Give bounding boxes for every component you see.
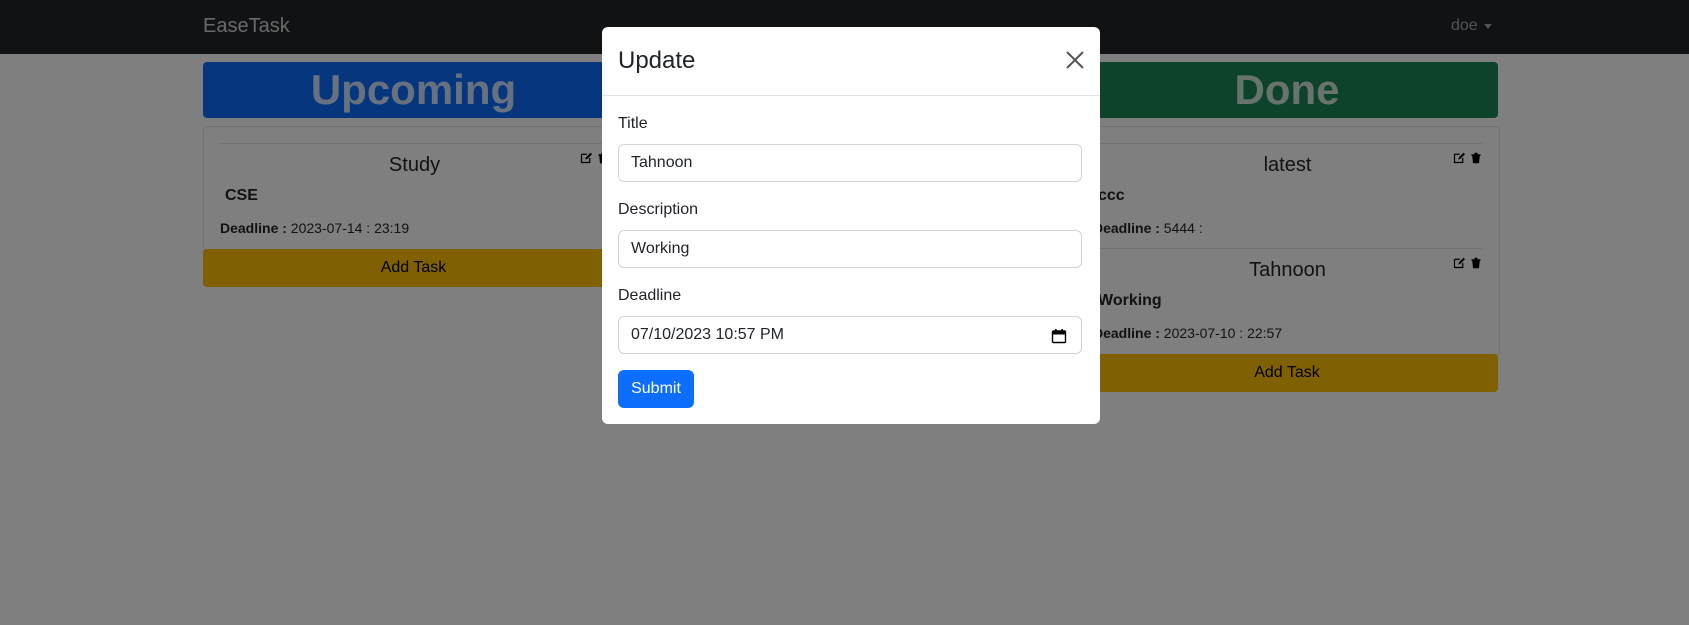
title-value: Tahnoon [631, 154, 693, 171]
modal-header: Update [602, 27, 1100, 96]
description-value: Working [631, 240, 690, 257]
modal-title: Update [618, 47, 696, 74]
title-label: Title [618, 115, 648, 132]
close-icon[interactable] [1064, 49, 1086, 71]
title-field[interactable]: Tahnoon [618, 144, 1082, 182]
calendar-icon[interactable] [1051, 328, 1067, 344]
description-field[interactable]: Working [618, 230, 1082, 268]
submit-button[interactable]: Submit [618, 370, 694, 408]
description-label: Description [618, 201, 699, 218]
deadline-field[interactable]: 07/10/2023 10:57 PM [618, 316, 1082, 354]
deadline-value: 07/10/2023 10:57 PM [631, 326, 785, 343]
deadline-label: Deadline [618, 287, 682, 304]
update-modal: Update Title Tahnoon Description Working… [602, 27, 1100, 424]
